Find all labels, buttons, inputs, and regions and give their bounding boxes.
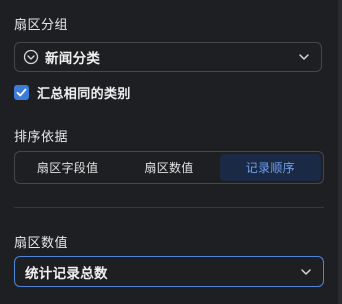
value-field-value: 统计记录总数 bbox=[25, 265, 108, 282]
sort-option-record-order[interactable]: 记录顺序 bbox=[219, 154, 321, 181]
group-section-label: 扇区分组 bbox=[14, 18, 69, 33]
chevron-down-icon bbox=[299, 265, 313, 279]
checkmark-icon bbox=[16, 88, 27, 97]
group-field-value: 新闻分类 bbox=[45, 51, 101, 67]
aggregate-checkbox-row[interactable]: 汇总相同的类别 bbox=[14, 83, 131, 102]
aggregate-checkbox[interactable] bbox=[14, 85, 29, 100]
circle-chevron-down-icon bbox=[23, 49, 39, 65]
panel-scroll-edge bbox=[338, 0, 342, 304]
sort-option-sector-value[interactable]: 扇区数值 bbox=[118, 154, 219, 181]
sort-section-label: 排序依据 bbox=[14, 130, 69, 145]
value-section-label: 扇区数值 bbox=[14, 236, 69, 251]
value-field-select[interactable]: 统计记录总数 bbox=[14, 256, 324, 287]
sort-segmented-control: 扇区字段值 扇区数值 记录顺序 bbox=[14, 151, 324, 184]
chevron-down-icon bbox=[297, 50, 311, 64]
section-divider bbox=[14, 207, 324, 208]
aggregate-checkbox-label: 汇总相同的类别 bbox=[37, 87, 131, 102]
chart-config-panel: 扇区分组 新闻分类 汇总相同的类别 排序依据 扇区字段值 扇区数值 记录顺序 扇… bbox=[0, 0, 342, 304]
group-field-select[interactable]: 新闻分类 bbox=[14, 42, 322, 72]
sort-option-field-value[interactable]: 扇区字段值 bbox=[17, 154, 118, 181]
